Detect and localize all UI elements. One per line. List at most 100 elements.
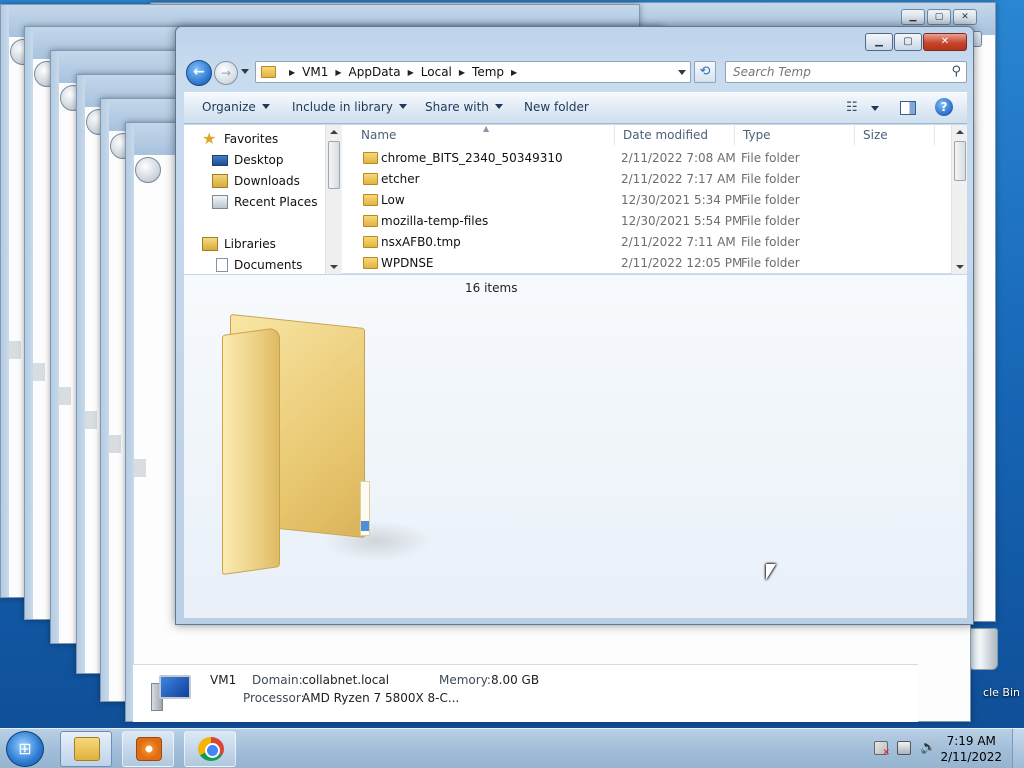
breadcrumb-separator[interactable]: ▶	[289, 68, 295, 77]
breadcrumb-vm1[interactable]: VM1	[302, 65, 328, 79]
navigation-scrollbar[interactable]	[325, 125, 342, 274]
minimize-button[interactable]: ▁	[865, 33, 893, 51]
nav-downloads[interactable]: Downloads	[212, 174, 300, 188]
include-in-library-menu[interactable]: Include in library	[292, 100, 407, 114]
share-with-menu[interactable]: Share with	[425, 100, 503, 114]
scroll-up-icon[interactable]	[956, 130, 964, 134]
column-header-size[interactable]: Size	[855, 125, 935, 145]
scroll-up-icon[interactable]	[330, 130, 338, 134]
documents-icon	[216, 258, 228, 272]
refresh-icon: ⟲	[699, 64, 711, 79]
search-icon[interactable]: ⚲	[951, 64, 961, 79]
start-button[interactable]: ⊞	[6, 731, 44, 767]
domain-value: collabnet.local	[302, 673, 390, 687]
content-area: ★ Favorites Desktop Downloads Recent Pla…	[184, 125, 967, 274]
nav-desktop[interactable]: Desktop	[212, 153, 284, 167]
large-folder-icon	[222, 313, 432, 576]
clock[interactable]: 7:19 AM 2/11/2022	[940, 733, 1002, 765]
details-pane: 16 items	[184, 275, 967, 618]
breadcrumb-separator[interactable]: ▶	[408, 68, 414, 77]
taskbar-chrome-button[interactable]	[184, 731, 236, 767]
taskbar-media-player-button[interactable]	[122, 731, 174, 767]
downloads-icon	[212, 174, 228, 188]
star-icon: ★	[202, 129, 217, 148]
column-header-name[interactable]: Name	[343, 125, 615, 145]
new-folder-button[interactable]: New folder	[524, 100, 589, 114]
help-icon[interactable]: ?	[935, 98, 953, 116]
column-header-type[interactable]: Type	[735, 125, 855, 145]
command-bar: Organize Include in library Share with N…	[184, 92, 967, 124]
nav-favorites[interactable]: ★ Favorites	[202, 129, 278, 148]
scroll-down-icon[interactable]	[956, 265, 964, 269]
system-tray: 🔊	[874, 741, 936, 758]
nav-documents[interactable]: Documents	[216, 258, 302, 272]
show-desktop-button[interactable]	[1012, 729, 1024, 768]
search-input[interactable]	[726, 62, 936, 82]
folder-icon	[261, 66, 276, 78]
chrome-icon	[198, 737, 224, 761]
scroll-thumb[interactable]	[954, 141, 966, 181]
taskbar-explorer-button[interactable]	[60, 731, 112, 767]
breadcrumb-temp[interactable]: Temp	[472, 65, 504, 79]
table-row[interactable]: nsxAFB0.tmp 2/11/2022 7:11 AM File folde…	[343, 232, 949, 253]
clock-date: 2/11/2022	[940, 750, 1002, 764]
windows-logo-icon: ⊞	[18, 739, 32, 758]
views-icon[interactable]: ☷	[846, 100, 858, 115]
folder-icon	[363, 257, 378, 269]
views-dropdown[interactable]	[871, 106, 879, 111]
breadcrumb-separator[interactable]: ▶	[335, 68, 341, 77]
nav-libraries[interactable]: Libraries	[202, 237, 276, 251]
table-row[interactable]: Low 12/30/2021 5:34 PM File folder	[343, 190, 949, 211]
table-row[interactable]: mozilla-temp-files 12/30/2021 5:54 PM Fi…	[343, 211, 949, 232]
folder-icon	[363, 173, 378, 185]
nav-recent-places[interactable]: Recent Places	[212, 195, 317, 209]
column-header-date-modified[interactable]: Date modified	[615, 125, 735, 145]
preview-pane-icon[interactable]	[900, 101, 916, 115]
memory-value: 8.00 GB	[491, 673, 540, 687]
maximize-button[interactable]: ▢	[894, 33, 922, 51]
table-row[interactable]: chrome_BITS_2340_50349310 2/11/2022 7:08…	[343, 148, 949, 169]
window-controls: ▁ ▢ ✕	[865, 33, 967, 51]
breadcrumb-local[interactable]: Local	[421, 65, 452, 79]
close-button[interactable]: ✕	[923, 33, 967, 51]
clock-time: 7:19 AM	[946, 734, 996, 748]
forward-button[interactable]: →	[214, 61, 238, 85]
search-box[interactable]: ⚲	[725, 61, 967, 83]
file-list: ▲ Name Date modified Type Size chrome_BI…	[343, 125, 967, 274]
address-bar[interactable]: ▶ VM1 ▶ AppData ▶ Local ▶ Temp ▶	[255, 61, 691, 83]
action-center-flag-icon[interactable]	[874, 741, 890, 758]
folder-icon	[363, 194, 378, 206]
table-row[interactable]: etcher 2/11/2022 7:17 AM File folder	[343, 169, 949, 190]
folder-icon	[363, 215, 378, 227]
scroll-thumb[interactable]	[328, 141, 340, 189]
back-button[interactable]: ←	[186, 60, 212, 86]
computer-name: VM1	[210, 673, 237, 687]
taskbar: ⊞ 🔊 7:19 AM 2/11/2022	[0, 728, 1024, 768]
breadcrumb-separator[interactable]: ▶	[459, 68, 465, 77]
refresh-button[interactable]: ⟲	[694, 61, 716, 83]
table-row[interactable]: WPDNSE 2/11/2022 12:05 PM File folder	[343, 253, 949, 274]
folder-icon	[363, 236, 378, 248]
volume-icon[interactable]: 🔊	[920, 741, 936, 755]
processor-value: AMD Ryzen 7 5800X 8-C...	[302, 691, 460, 705]
breadcrumb-separator[interactable]: ▶	[511, 68, 517, 77]
breadcrumb-appdata[interactable]: AppData	[349, 65, 401, 79]
processor-label: Processor:	[243, 691, 305, 705]
mouse-cursor-icon	[766, 564, 776, 580]
system-info-panel: VM1 Domain: collabnet.local Memory: 8.00…	[133, 664, 918, 722]
recent-pages-dropdown[interactable]	[241, 69, 249, 74]
recent-places-icon	[212, 195, 228, 209]
desktop-icon	[212, 154, 228, 166]
explorer-window[interactable]: ▁ ▢ ✕ ← → ▶ VM1 ▶ AppData ▶ Local ▶ Temp…	[175, 26, 974, 625]
file-list-scrollbar[interactable]	[951, 125, 967, 274]
forward-arrow-icon: →	[220, 66, 232, 80]
scroll-down-icon[interactable]	[330, 265, 338, 269]
organize-menu[interactable]: Organize	[202, 100, 270, 114]
computer-icon	[151, 675, 191, 711]
libraries-icon	[202, 237, 218, 251]
network-icon[interactable]	[897, 741, 911, 755]
media-player-icon	[136, 737, 162, 761]
item-count: 16 items	[465, 281, 518, 295]
address-history-dropdown[interactable]	[678, 70, 686, 75]
recycle-bin-icon	[968, 628, 998, 670]
